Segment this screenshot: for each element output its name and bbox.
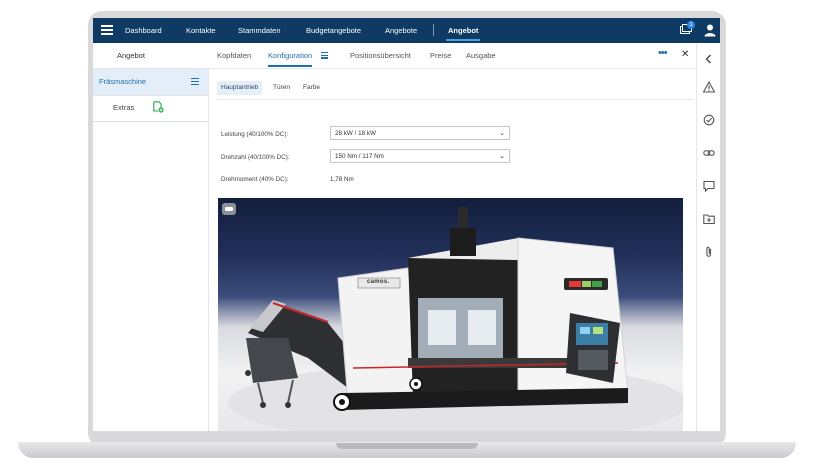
check-circle-icon[interactable] xyxy=(703,114,715,126)
drehmoment-value: 1,78 Nm xyxy=(330,176,354,183)
tab-kopfdaten[interactable]: Kopfdaten xyxy=(217,51,251,60)
document-title: Angebot xyxy=(117,51,145,60)
tab-konfiguration[interactable]: Konfiguration xyxy=(268,51,313,67)
subtab-bar: Hauptantrieb Türen Farbe xyxy=(217,81,693,100)
hamburger-menu-icon[interactable] xyxy=(101,25,113,37)
configuration-menu-icon[interactable] xyxy=(321,52,328,60)
sidebar-item-extras[interactable]: Extras xyxy=(93,95,208,122)
attachment-icon[interactable] xyxy=(703,246,715,258)
drehmoment-label: Drehmoment (40% DC): xyxy=(221,176,289,183)
nav-item-angebot[interactable]: Angebot xyxy=(445,26,481,41)
add-document-icon[interactable] xyxy=(153,101,164,113)
drehzahl-value: 150 Nm / 117 Nm xyxy=(335,153,384,160)
document-header: Angebot Kopfdaten Konfiguration Position… xyxy=(93,43,696,69)
sidebar-item-label: Fräsmaschine xyxy=(99,77,147,86)
subtab-tueren[interactable]: Türen xyxy=(269,81,294,95)
sidebar-item-fraesmaschine[interactable]: Fräsmaschine xyxy=(93,69,208,96)
leistung-value: 28 kW / 18 kW xyxy=(335,130,376,137)
nav-item-angebote[interactable]: Angebote xyxy=(385,26,417,35)
warning-icon[interactable] xyxy=(703,81,715,93)
add-folder-icon[interactable] xyxy=(703,213,715,225)
tab-positionsuebersicht[interactable]: Positionsübersicht xyxy=(350,51,411,60)
chevron-down-icon: ⌄ xyxy=(499,130,505,137)
chevron-left-icon[interactable] xyxy=(703,53,715,65)
close-icon[interactable]: ✕ xyxy=(681,49,689,60)
drehzahl-select[interactable]: 150 Nm / 117 Nm ⌄ xyxy=(330,149,510,163)
user-avatar-icon[interactable] xyxy=(703,23,717,37)
top-navbar: Dashboard Kontakte Stammdaten Budgetange… xyxy=(93,18,720,43)
vr-headset-icon[interactable] xyxy=(222,203,236,215)
nav-item-dashboard[interactable]: Dashboard xyxy=(125,26,162,35)
subtab-farbe[interactable]: Farbe xyxy=(299,81,324,95)
nav-separator xyxy=(433,24,434,36)
leistung-select[interactable]: 28 kW / 18 kW ⌄ xyxy=(330,126,510,140)
app-screen: Dashboard Kontakte Stammdaten Budgetange… xyxy=(93,18,720,431)
machine-render xyxy=(228,207,683,431)
nav-item-budgetangebote[interactable]: Budgetangebote xyxy=(306,26,361,35)
leistung-label: Leistung (40/100% DC): xyxy=(221,131,289,138)
comment-icon[interactable] xyxy=(703,180,715,192)
tab-preise[interactable]: Preise xyxy=(430,51,451,60)
notification-badge: 1 xyxy=(687,21,695,29)
laptop-notch xyxy=(336,443,478,449)
configuration-sidebar: Fräsmaschine Extras xyxy=(93,69,209,431)
nav-item-stammdaten[interactable]: Stammdaten xyxy=(238,26,281,35)
tab-ausgabe[interactable]: Ausgabe xyxy=(466,51,496,60)
machine-brand-label: camos. xyxy=(367,279,390,285)
chevron-down-icon: ⌄ xyxy=(499,153,505,160)
drehzahl-label: Drehzahl (40/100% DC): xyxy=(221,154,290,161)
configuration-content: Hauptantrieb Türen Farbe Leistung (40/10… xyxy=(217,69,693,431)
right-tool-rail xyxy=(696,43,720,431)
sidebar-item-label: Extras xyxy=(113,103,135,112)
3d-machine-viewer[interactable]: camos. xyxy=(218,198,683,431)
list-menu-icon[interactable] xyxy=(191,78,199,87)
subtab-hauptantrieb[interactable]: Hauptantrieb xyxy=(217,81,263,95)
more-options-icon[interactable]: ••• xyxy=(658,47,668,59)
link-icon[interactable] xyxy=(703,147,715,159)
nav-item-kontakte[interactable]: Kontakte xyxy=(186,26,216,35)
